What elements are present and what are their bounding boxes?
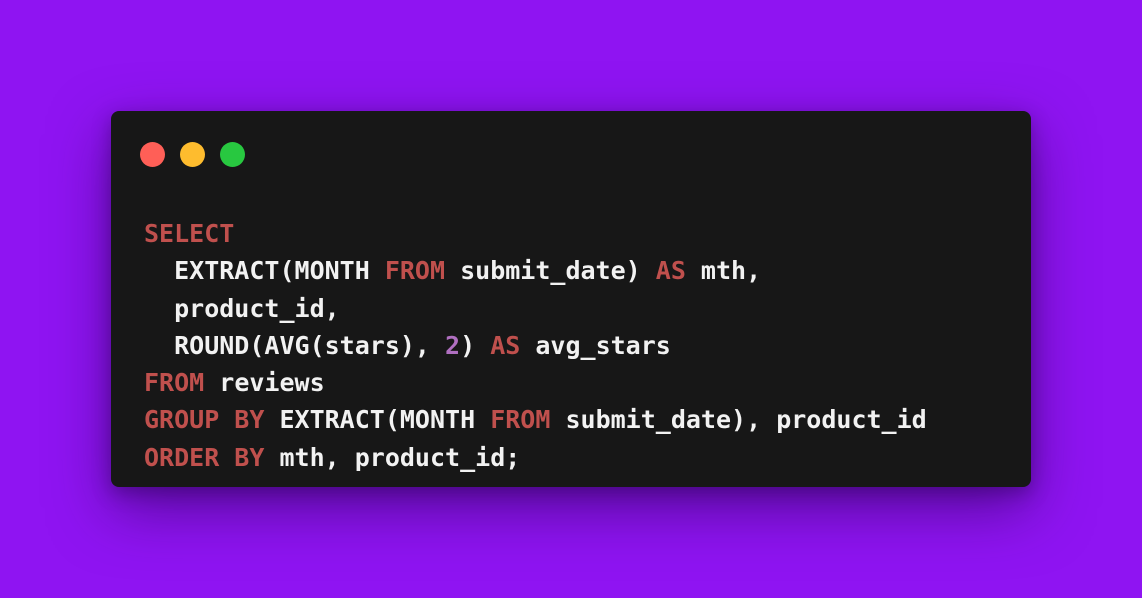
sql-number: 2 (445, 330, 461, 360)
sql-text: ROUND(AVG(stars), (144, 330, 446, 360)
sql-keyword: FROM (144, 368, 205, 398)
zoom-dot[interactable] (220, 142, 245, 167)
sql-keyword: SELECT (144, 219, 235, 248)
code-line: FROM reviews (144, 364, 927, 401)
code-line: SELECT (144, 215, 927, 252)
sql-text: mth, product_id; (264, 442, 521, 472)
code-line: EXTRACT(MONTH FROM submit_date) AS mth, (144, 252, 927, 289)
close-dot[interactable] (140, 142, 165, 167)
code-window: SELECT EXTRACT(MONTH FROM submit_date) A… (111, 111, 1031, 487)
sql-text: submit_date), product_id (550, 405, 927, 435)
sql-text: EXTRACT(MONTH (264, 405, 491, 435)
code-line: ROUND(AVG(stars), 2) AS avg_stars (144, 327, 927, 364)
sql-text: EXTRACT(MONTH (144, 256, 385, 286)
sql-code-block: SELECT EXTRACT(MONTH FROM submit_date) A… (144, 215, 927, 476)
window-controls (140, 142, 245, 167)
sql-keyword: FROM (384, 256, 446, 286)
code-line: ORDER BY mth, product_id; (144, 439, 927, 476)
sql-text: reviews (204, 368, 325, 398)
sql-text: product_id, (144, 293, 340, 323)
sql-text: submit_date) (445, 256, 656, 286)
sql-keyword: GROUP BY (144, 405, 265, 435)
sql-text: ) (460, 330, 491, 360)
code-line: GROUP BY EXTRACT(MONTH FROM submit_date)… (144, 401, 927, 438)
sql-text: avg_stars (520, 330, 671, 360)
minimize-dot[interactable] (180, 142, 205, 167)
sql-keyword: AS (490, 330, 521, 360)
sql-text: mth, (685, 256, 762, 286)
sql-keyword: AS (655, 256, 686, 286)
code-line: product_id, (144, 290, 927, 327)
sql-keyword: FROM (490, 405, 551, 435)
sql-keyword: ORDER BY (144, 442, 265, 472)
